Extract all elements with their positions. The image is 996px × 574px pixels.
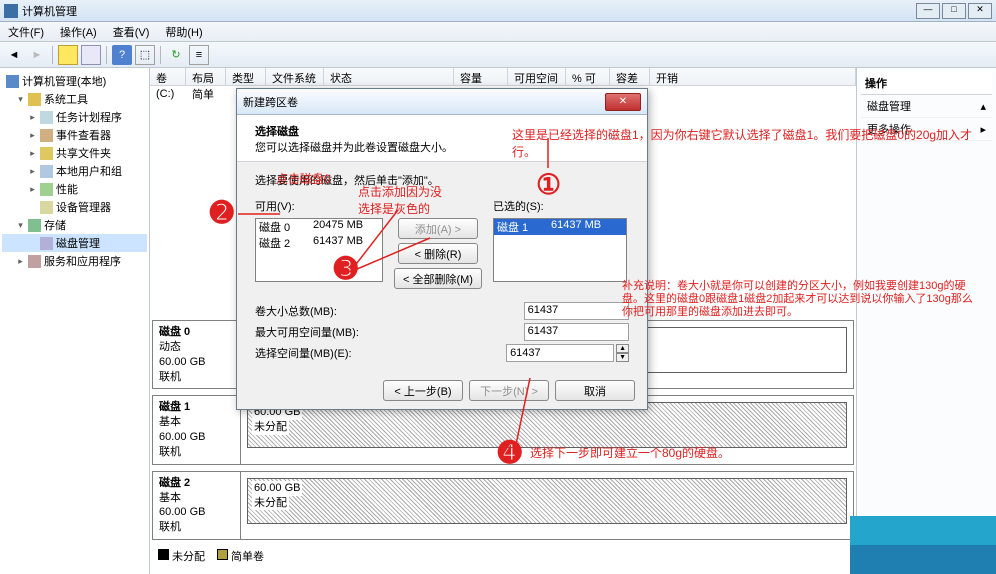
volume-list-header: 卷 布局 类型 文件系统 状态 容量 可用空间 % 可用 容差 开销 [150, 68, 856, 86]
tree-storage[interactable]: ▾存储 [2, 216, 147, 234]
dialog-title: 新建跨区卷 [243, 94, 605, 110]
dialog-instruction: 选择要使用的磁盘，然后单击"添加"。 [255, 172, 629, 188]
tool-icon[interactable]: ⬚ [135, 45, 155, 65]
remove-all-button[interactable]: < 全部删除(M) [394, 268, 482, 289]
tree-users[interactable]: ▸本地用户和组 [2, 162, 147, 180]
forward-button[interactable]: ► [27, 45, 47, 65]
max-size-label: 最大可用空间量(MB): [255, 324, 391, 340]
tree-devmgr[interactable]: 设备管理器 [2, 198, 147, 216]
refresh-icon[interactable]: ↻ [166, 45, 186, 65]
tree-shared[interactable]: ▸共享文件夹 [2, 144, 147, 162]
remove-button[interactable]: < 删除(R) [398, 243, 478, 264]
actions-title: 操作 [861, 72, 992, 95]
select-size-input[interactable] [506, 344, 614, 362]
tree-perf[interactable]: ▸性能 [2, 180, 147, 198]
max-size-value: 61437 [524, 323, 629, 341]
menu-file[interactable]: 文件(F) [4, 22, 48, 42]
back-button[interactable]: ◄ [4, 45, 24, 65]
actions-more[interactable]: 更多操作▸ [861, 118, 992, 141]
window-title: 计算机管理 [22, 3, 916, 19]
actions-diskmgmt[interactable]: 磁盘管理▴ [861, 95, 992, 118]
tool-icon[interactable] [81, 45, 101, 65]
disk-legend: 未分配 简单卷 [152, 546, 854, 566]
close-button[interactable]: ✕ [968, 3, 992, 19]
menubar: 文件(F) 操作(A) 查看(V) 帮助(H) [0, 22, 996, 42]
next-button[interactable]: 下一步(N) > [469, 380, 549, 401]
dialog-subtitle: 选择磁盘 [255, 123, 629, 139]
available-label: 可用(V): [255, 198, 383, 214]
selected-label: 已选的(S): [493, 198, 544, 214]
cancel-button[interactable]: 取消 [555, 380, 635, 401]
select-size-label: 选择空间量(MB)(E): [255, 345, 382, 361]
tree-diskmgmt[interactable]: 磁盘管理 [2, 234, 147, 252]
tree-scheduler[interactable]: ▸任务计划程序 [2, 108, 147, 126]
tree-services[interactable]: ▸服务和应用程序 [2, 252, 147, 270]
window-titlebar: 计算机管理 — □ ✕ [0, 0, 996, 22]
menu-action[interactable]: 操作(A) [56, 22, 101, 42]
spin-down-icon[interactable]: ▼ [616, 353, 629, 362]
menu-help[interactable]: 帮助(H) [161, 22, 206, 42]
dialog-subtext: 您可以选择磁盘并为此卷设置磁盘大小。 [255, 139, 629, 155]
help-icon[interactable]: ? [112, 45, 132, 65]
tree-eventviewer[interactable]: ▸事件查看器 [2, 126, 147, 144]
toolbar: ◄ ► ? ⬚ ↻ ≡ [0, 42, 996, 68]
disk-2-block[interactable]: 磁盘 2 基本 60.00 GB 联机 60.00 GB未分配 [152, 471, 854, 540]
selected-disks-list[interactable]: 磁盘 161437 MB [493, 218, 627, 282]
minimize-button[interactable]: — [916, 3, 940, 19]
app-icon [4, 4, 18, 18]
new-spanned-volume-dialog: 新建跨区卷 ✕ 选择磁盘 您可以选择磁盘并为此卷设置磁盘大小。 选择要使用的磁盘… [236, 88, 648, 410]
total-size-label: 卷大小总数(MB): [255, 303, 391, 319]
decorative-bars [850, 516, 996, 574]
tool-icon[interactable]: ≡ [189, 45, 209, 65]
available-disks-list[interactable]: 磁盘 020475 MB 磁盘 261437 MB [255, 218, 383, 282]
back-button[interactable]: < 上一步(B) [383, 380, 463, 401]
actions-panel: 操作 磁盘管理▴ 更多操作▸ [856, 68, 996, 574]
spin-up-icon[interactable]: ▲ [616, 344, 629, 353]
tree-system-tools[interactable]: ▾系统工具 [2, 90, 147, 108]
dialog-close-button[interactable]: ✕ [605, 93, 641, 111]
tool-icon[interactable] [58, 45, 78, 65]
add-button[interactable]: 添加(A) > [398, 218, 478, 239]
maximize-button[interactable]: □ [942, 3, 966, 19]
total-size-value: 61437 [524, 302, 629, 320]
nav-tree: 计算机管理(本地) ▾系统工具 ▸任务计划程序 ▸事件查看器 ▸共享文件夹 ▸本… [0, 68, 150, 574]
tree-root[interactable]: 计算机管理(本地) [2, 72, 147, 90]
menu-view[interactable]: 查看(V) [109, 22, 154, 42]
